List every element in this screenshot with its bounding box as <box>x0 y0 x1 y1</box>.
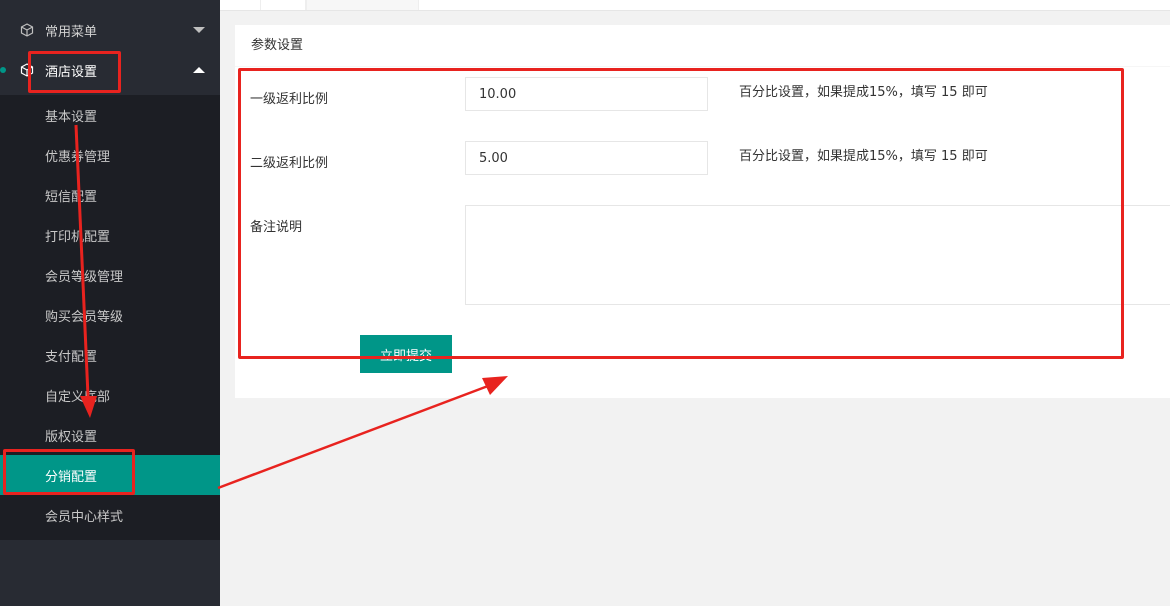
level1-rebate-input[interactable] <box>465 77 708 111</box>
tab-bar <box>220 0 1170 11</box>
sidebar-item-label: 会员等级管理 <box>45 269 124 285</box>
sidebar-item-label: 自定义底部 <box>45 389 111 405</box>
sidebar-item-copyright-settings[interactable]: 版权设置 <box>0 415 220 455</box>
active-indicator <box>0 67 6 73</box>
sidebar-item-buy-member-level[interactable]: 购买会员等级 <box>0 295 220 335</box>
sidebar-item-coupon-management[interactable]: 优惠券管理 <box>0 135 220 175</box>
field-label-remarks: 备注说明 <box>250 220 303 235</box>
nav-group-hotel-settings[interactable]: 酒店设置 <box>0 50 220 90</box>
sidebar-item-label: 优惠券管理 <box>45 149 111 165</box>
cube-icon <box>20 63 34 77</box>
sidebar-item-label: 版权设置 <box>45 429 98 445</box>
chevron-down-icon <box>193 27 205 33</box>
nav-group-label: 酒店设置 <box>45 64 98 80</box>
card-title: 参数设置 <box>235 25 1170 67</box>
sidebar-item-custom-footer[interactable]: 自定义底部 <box>0 375 220 415</box>
sidebar-item-distribution-config[interactable]: 分销配置 <box>0 455 220 495</box>
sidebar: 常用菜单 酒店设置 基本设置 优惠券管理 短信配置 打印机配置 会员等级管理 购… <box>0 0 220 606</box>
submit-button[interactable]: 立即提交 <box>360 335 452 373</box>
field-hint-level1-rebate: 百分比设置，如果提成15%，填写 15 即可 <box>739 85 988 100</box>
sidebar-item-label: 分销配置 <box>45 469 98 485</box>
sidebar-item-label: 购买会员等级 <box>45 309 124 325</box>
sidebar-item-sms-config[interactable]: 短信配置 <box>0 175 220 215</box>
annotation-arrow-right <box>217 384 489 490</box>
chevron-up-icon <box>193 67 205 73</box>
sidebar-item-label: 会员中心样式 <box>45 509 124 525</box>
submenu-hotel-settings: 基本设置 优惠券管理 短信配置 打印机配置 会员等级管理 购买会员等级 支付配置… <box>0 95 220 540</box>
sidebar-item-label: 基本设置 <box>45 109 98 125</box>
remarks-textarea[interactable] <box>465 205 1170 305</box>
sidebar-item-label: 支付配置 <box>45 349 98 365</box>
sidebar-item-basic-settings[interactable]: 基本设置 <box>0 95 220 135</box>
cube-icon <box>20 23 34 37</box>
settings-card: 参数设置 一级返利比例 百分比设置，如果提成15%，填写 15 即可 二级返利比… <box>235 25 1170 398</box>
field-hint-level2-rebate: 百分比设置，如果提成15%，填写 15 即可 <box>739 149 988 164</box>
tab-item[interactable] <box>260 0 306 10</box>
sidebar-item-member-level-management[interactable]: 会员等级管理 <box>0 255 220 295</box>
sidebar-item-payment-config[interactable]: 支付配置 <box>0 335 220 375</box>
nav-group-common-menu[interactable]: 常用菜单 <box>0 10 220 50</box>
field-label-level1-rebate: 一级返利比例 <box>250 92 329 107</box>
field-label-level2-rebate: 二级返利比例 <box>250 156 329 171</box>
tab-item[interactable] <box>306 0 419 10</box>
sidebar-item-label: 打印机配置 <box>45 229 111 245</box>
nav-group-label: 常用菜单 <box>45 24 98 40</box>
sidebar-item-printer-config[interactable]: 打印机配置 <box>0 215 220 255</box>
sidebar-item-label: 短信配置 <box>45 189 98 205</box>
level2-rebate-input[interactable] <box>465 141 708 175</box>
sidebar-item-member-center-style[interactable]: 会员中心样式 <box>0 495 220 535</box>
